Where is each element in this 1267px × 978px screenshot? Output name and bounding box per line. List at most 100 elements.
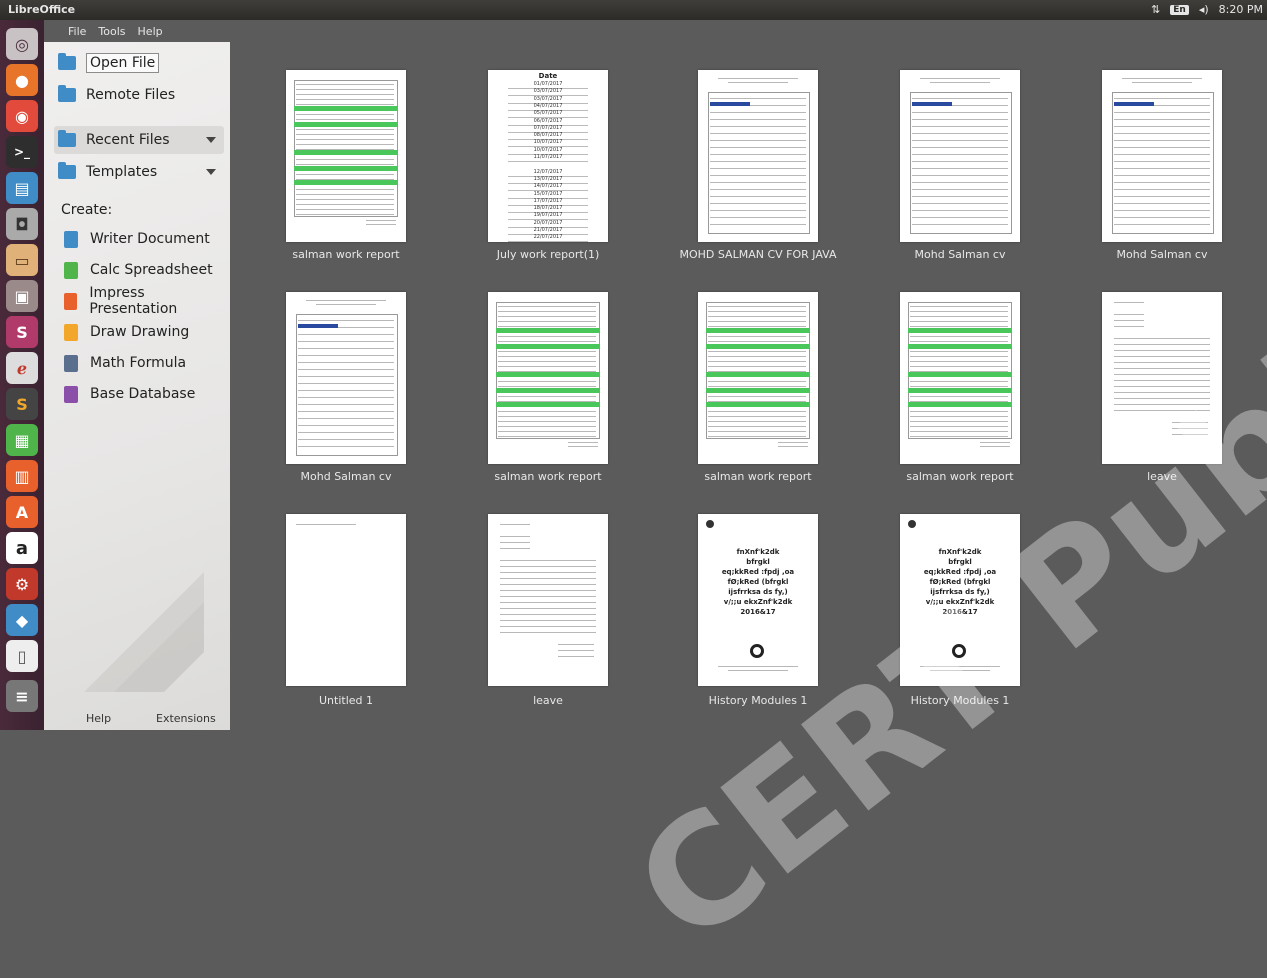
document-thumbnail[interactable] — [1102, 70, 1222, 242]
document-name[interactable]: Mohd Salman cv — [860, 248, 1060, 261]
clock[interactable]: 8:20 PM — [1219, 3, 1263, 16]
document-thumbnail[interactable] — [488, 292, 608, 464]
document-name[interactable]: leave — [1062, 470, 1262, 483]
sublime-icon[interactable]: S — [6, 388, 38, 420]
document-thumbnail[interactable] — [900, 70, 1020, 242]
menu-file[interactable]: File — [68, 25, 86, 38]
create-draw-drawing-button[interactable]: Draw Drawing — [64, 319, 189, 345]
settings-icon[interactable]: ⚙ — [6, 568, 38, 600]
create-base-database-button[interactable]: Base Database — [64, 381, 195, 407]
document-name[interactable]: History Modules 1 — [658, 694, 858, 707]
create-math-formula-button[interactable]: Math Formula — [64, 350, 186, 376]
chrome-icon[interactable]: ◉ — [6, 100, 38, 132]
templates-label: Templates — [86, 164, 158, 180]
create-item-label: Base Database — [90, 386, 196, 402]
document-name[interactable]: Untitled 1 — [246, 694, 446, 707]
history-title-line: ijsfrrksa ds fy,) — [728, 588, 788, 596]
document-thumbnail[interactable] — [488, 514, 608, 686]
folder-icon — [58, 130, 76, 147]
document-name[interactable]: salman work report — [448, 470, 648, 483]
history-title-line: v/;;u ekxZnf'k2dk — [723, 598, 793, 606]
date-cell: 22/07/2017 — [508, 234, 588, 242]
base-icon — [64, 385, 78, 403]
menu-tools[interactable]: Tools — [98, 25, 125, 38]
decorative-background-shape — [84, 572, 204, 692]
document-thumbnail[interactable]: fnXnf'k2dk bfrgkl eq;kkRed :fpdj ,oa fØ;kRe… — [900, 514, 1020, 686]
history-title-line: fØ;kRed (bfrgkl — [929, 578, 991, 586]
document-thumbnail[interactable] — [286, 514, 406, 686]
history-title-line: 2016&17 — [740, 608, 776, 616]
remote-files-button[interactable]: Remote Files — [58, 82, 175, 108]
date-cell — [508, 161, 588, 163]
camera-icon[interactable]: ◘ — [6, 208, 38, 240]
menu-bar: File Tools Help — [44, 20, 244, 42]
help-link[interactable]: Help — [86, 712, 111, 725]
draw-icon — [64, 323, 78, 341]
document-icon[interactable]: ▯ — [6, 640, 38, 672]
files-icon[interactable]: ▭ — [6, 244, 38, 276]
screencast-icon[interactable]: S — [6, 316, 38, 348]
create-item-label: Writer Document — [90, 231, 210, 247]
folder-icon — [58, 85, 76, 102]
recent-files-button[interactable]: Recent Files — [54, 126, 224, 154]
document-name[interactable]: leave — [448, 694, 648, 707]
signature-icon[interactable]: ℯ — [6, 352, 38, 384]
impress-icon[interactable]: ▥ — [6, 460, 38, 492]
document-thumbnail[interactable] — [698, 292, 818, 464]
chevron-down-icon[interactable] — [206, 169, 216, 175]
folder-icon — [58, 162, 76, 179]
math-icon — [64, 354, 78, 372]
firefox-icon[interactable]: ● — [6, 64, 38, 96]
unity-launcher: ◎ ● ◉ >_ ▤ ◘ ▭ ▣ S ℯ S ▦ ▥ A a ⚙ ◆ ▯ ≡ — [0, 20, 44, 730]
recent-documents-grid: salman work report Date 01/07/2017 03/07/20… — [230, 42, 1267, 730]
document-name[interactable]: MOHD SALMAN CV FOR JAVA — [658, 248, 858, 261]
terminal-icon[interactable]: >_ — [6, 136, 38, 168]
templates-button[interactable]: Templates — [54, 158, 224, 186]
dash-icon[interactable]: ◎ — [6, 28, 38, 60]
document-thumbnail[interactable] — [900, 292, 1020, 464]
document-thumbnail[interactable] — [286, 70, 406, 242]
volume-icon[interactable]: ◂) — [1199, 3, 1209, 16]
create-item-label: Calc Spreadsheet — [90, 262, 213, 278]
create-calc-spreadsheet-button[interactable]: Calc Spreadsheet — [64, 257, 213, 283]
document-thumbnail[interactable]: Date 01/07/2017 03/07/2017 03/07/2017 04/07/… — [488, 70, 608, 242]
document-thumbnail[interactable] — [1102, 292, 1222, 464]
date-header: Date — [538, 72, 558, 80]
calc-icon[interactable]: ▦ — [6, 424, 38, 456]
history-title-line: bfrgkl — [746, 558, 770, 566]
document-thumbnail[interactable] — [698, 70, 818, 242]
document-name[interactable]: salman work report — [658, 470, 858, 483]
menu-help[interactable]: Help — [138, 25, 163, 38]
virtualbox-icon[interactable]: ◆ — [6, 604, 38, 636]
lock-screen-icon[interactable]: ▣ — [6, 280, 38, 312]
document-name[interactable]: Mohd Salman cv — [246, 470, 446, 483]
create-item-label: Draw Drawing — [90, 324, 190, 340]
history-title-line: ijsfrrksa ds fy,) — [930, 588, 990, 596]
logo-icon — [750, 644, 764, 658]
keyboard-layout[interactable]: En — [1170, 4, 1189, 15]
create-impress-presentation-button[interactable]: Impress Presentation — [64, 285, 230, 317]
create-heading: Create: — [61, 202, 113, 218]
document-name[interactable]: Mohd Salman cv — [1062, 248, 1262, 261]
document-name[interactable]: salman work report — [860, 470, 1060, 483]
amazon-icon[interactable]: a — [6, 532, 38, 564]
create-item-label: Math Formula — [90, 355, 187, 371]
writer-icon[interactable]: ▤ — [6, 172, 38, 204]
document-name[interactable]: History Modules 1 — [860, 694, 1060, 707]
extensions-link[interactable]: Extensions — [156, 712, 216, 725]
seal-icon — [908, 520, 916, 528]
document-name[interactable]: July work report(1) — [448, 248, 648, 261]
open-file-button[interactable]: Open File — [58, 50, 160, 76]
network-icon[interactable]: ⇅ — [1151, 3, 1160, 16]
history-title-line: eq;kkRed :fpdj ,oa — [923, 568, 997, 576]
trash-icon[interactable]: ≡ — [6, 680, 38, 712]
create-writer-document-button[interactable]: Writer Document — [64, 226, 210, 252]
system-tray: ⇅ En ◂) 8:20 PM — [1151, 3, 1263, 16]
calc-icon — [64, 261, 78, 279]
software-center-icon[interactable]: A — [6, 496, 38, 528]
history-title-line: 2016&17 — [942, 608, 978, 616]
document-thumbnail[interactable]: fnXnf'k2dk bfrgkl eq;kkRed :fpdj ,oa fØ;kRe… — [698, 514, 818, 686]
document-thumbnail[interactable] — [286, 292, 406, 464]
document-name[interactable]: salman work report — [246, 248, 446, 261]
chevron-down-icon[interactable] — [206, 137, 216, 143]
